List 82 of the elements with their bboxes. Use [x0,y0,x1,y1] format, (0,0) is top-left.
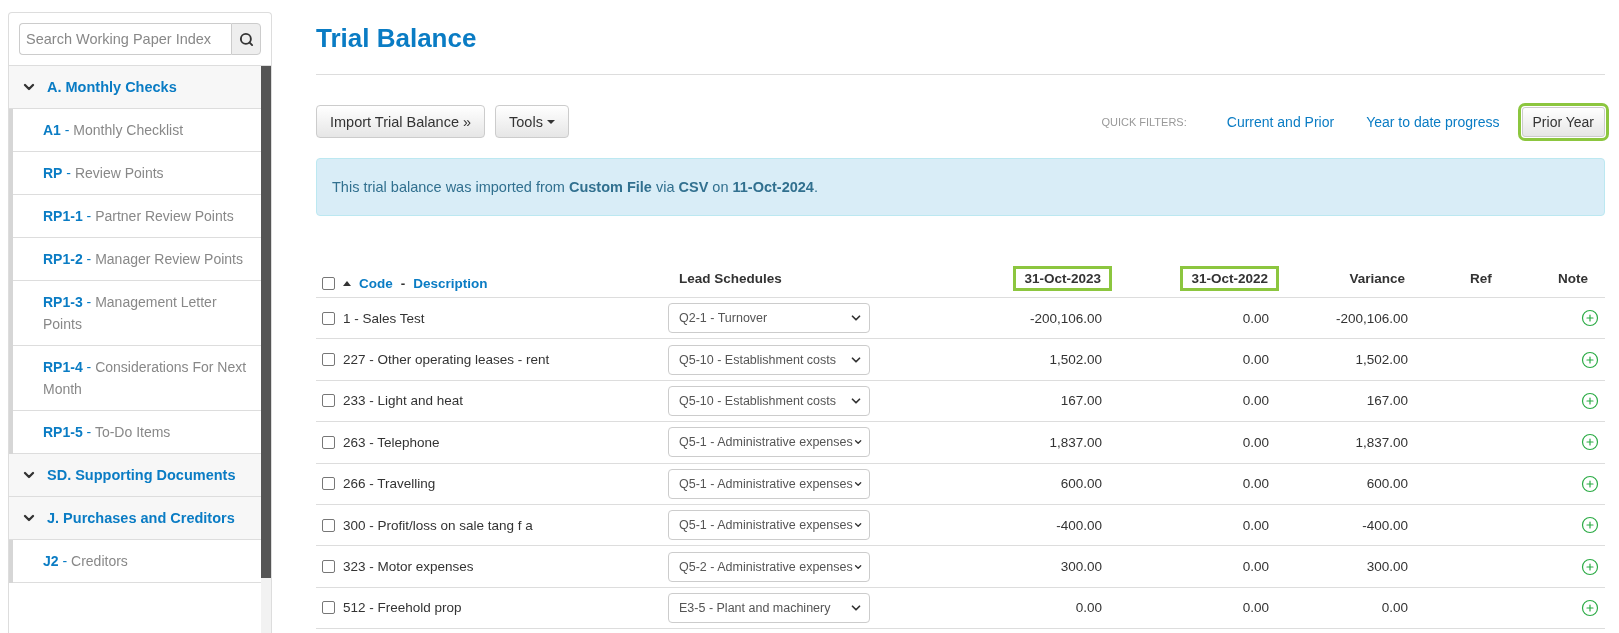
lead-schedule-select[interactable]: Q2-1 - Turnover [668,303,870,334]
amount: 0.00 [1242,600,1270,616]
lead-schedule-select[interactable]: Q5-1 - Administrative expenses [668,427,870,458]
amount: 1,502.00 [1355,352,1409,368]
search-icon [238,31,254,47]
caret-icon [546,119,555,124]
lead-schedule-select[interactable]: Q5-1 - Administrative expenses [668,468,870,499]
account-name: 1 - Sales Test [343,310,425,326]
amount: -200,106.00 [1335,310,1409,326]
amount: 1,502.00 [1049,352,1103,368]
lead-schedule-select[interactable]: E3-5 - Plant and machinery [668,592,870,623]
amount: 300.00 [1060,559,1103,575]
quick-filters-label: QUICK FILTERS: [1101,115,1187,128]
separator: - [400,276,406,291]
add-note-icon[interactable] [1581,516,1599,535]
quick-filter[interactable]: Current and Prior [1216,107,1345,136]
checkbox[interactable] [322,477,335,491]
account-name: 233 - Light and heat [343,393,464,409]
column-header: 31-Oct-2022 [1180,266,1279,291]
amount: 300.00 [1366,559,1409,575]
column-header: Ref [1469,270,1493,288]
amount: -400.00 [1056,517,1103,533]
add-note-icon[interactable] [1581,350,1599,369]
page-title: Trial Balance [316,22,478,54]
add-note-icon[interactable] [1581,433,1599,452]
section-header[interactable]: SD. Supporting Documents [9,454,261,497]
scrollbar[interactable] [261,66,271,633]
amount: 600.00 [1366,476,1409,492]
search-button[interactable] [231,23,261,55]
checkbox[interactable] [322,518,335,532]
add-note-icon[interactable] [1581,598,1599,617]
section-header[interactable]: A. Monthly Checks [9,66,261,109]
account-name: 263 - Telephone [343,434,440,450]
checkbox[interactable] [322,601,335,615]
checkbox[interactable] [322,435,335,449]
add-note-icon[interactable] [1581,391,1599,410]
amount: 167.00 [1060,393,1103,409]
lead-schedule-select[interactable]: Q5-2 - Administrative expenses [668,551,870,582]
amount: 0.00 [1242,517,1270,533]
sort-link[interactable]: Code [359,276,393,291]
amount: 0.00 [1242,476,1270,492]
amount: 167.00 [1366,393,1409,409]
amount: 600.00 [1060,476,1103,492]
add-note-icon[interactable] [1581,557,1599,576]
amount: 1,837.00 [1049,434,1103,450]
amount: 0.00 [1242,393,1270,409]
column-header: Variance [1348,270,1406,288]
sort-icon [343,281,351,286]
import-button[interactable]: Import Trial Balance » [316,105,486,138]
checkbox[interactable] [322,311,335,325]
amount: 0.00 [1242,434,1270,450]
section-header[interactable]: J. Purchases and Creditors [9,497,261,540]
checkbox[interactable] [322,560,335,574]
amount: 0.00 [1242,352,1270,368]
column-header: Lead Schedules [678,270,783,288]
sort-link[interactable]: Description [413,276,488,291]
account-name: 300 - Profit/loss on sale tang f a [343,517,533,533]
column-header: 31-Oct-2023 [1013,266,1112,291]
checkbox[interactable] [322,353,335,367]
amount: 0.00 [1381,600,1409,616]
amount: 0.00 [1075,600,1103,616]
account-name: 323 - Motor expenses [343,559,474,575]
account-name: 512 - Freehold prop [343,600,462,616]
dropdown-button[interactable]: Tools [495,105,569,138]
amount: 0.00 [1242,559,1270,575]
quick-filter[interactable]: Year to date progress [1356,107,1510,136]
add-note-icon[interactable] [1581,474,1599,493]
account-name: 227 - Other operating leases - rent [343,352,550,368]
column-header: Note [1557,270,1589,288]
lead-schedule-select[interactable]: Q5-10 - Establishment costs [668,385,870,416]
lead-schedule-select[interactable]: Q5-1 - Administrative expenses [668,510,870,541]
amount: 0.00 [1242,310,1270,326]
amount: -400.00 [1362,517,1409,533]
checkbox[interactable] [322,394,335,408]
amount: 1,837.00 [1355,434,1409,450]
account-name: 266 - Travelling [343,476,436,492]
amount: -200,106.00 [1029,310,1103,326]
lead-schedule-select[interactable]: Q5-10 - Establishment costs [668,344,870,375]
checkbox[interactable] [322,277,335,290]
info-alert: This trial balance was imported from Custom File via CSV on 11-Oct-2024. [316,158,1605,216]
search-field[interactable]: Search Working Paper Index [19,23,231,55]
add-note-icon[interactable] [1581,309,1599,328]
